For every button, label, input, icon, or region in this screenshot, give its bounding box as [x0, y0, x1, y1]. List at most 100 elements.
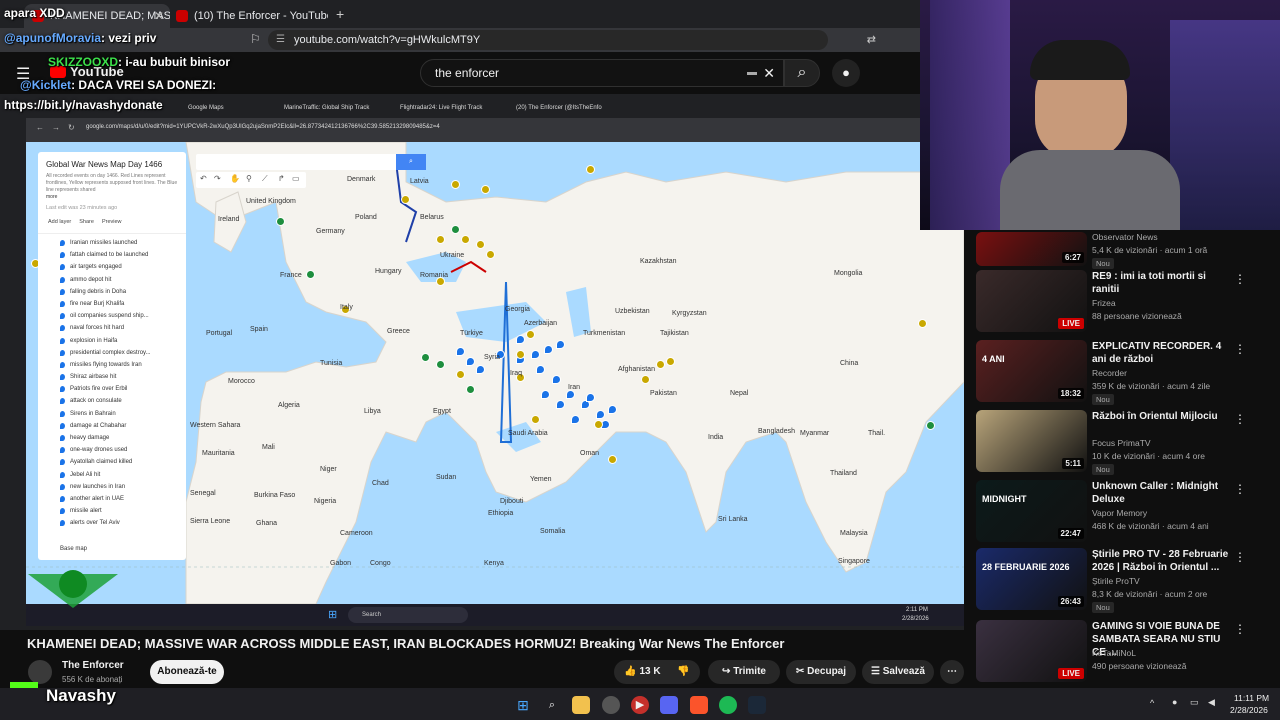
video-thumbnail[interactable]: 5:11	[976, 410, 1087, 472]
map-marker[interactable]	[608, 405, 617, 414]
more-options-icon[interactable]: ⋮	[1234, 342, 1246, 356]
map-marker[interactable]	[516, 335, 525, 344]
map-marker[interactable]	[451, 180, 460, 189]
obs-icon[interactable]	[602, 696, 620, 714]
channel-name[interactable]: Observator News	[1092, 232, 1158, 242]
recommendation-item[interactable]: 5:11 Război în Orientul Mijlociu Focus Pri…	[976, 410, 1276, 475]
layer-item[interactable]: Sirens in Bahrain	[38, 408, 186, 420]
map-marker[interactable]	[566, 390, 575, 399]
channel-name[interactable]: KeTaMiNoL	[1092, 648, 1136, 658]
map-marker[interactable]	[481, 185, 490, 194]
site-info-icon[interactable]: ☰	[276, 30, 285, 50]
clock-date[interactable]: 2/28/2026	[1230, 705, 1268, 715]
map-marker[interactable]	[586, 393, 595, 402]
add-layer-button[interactable]: Add layer	[48, 219, 71, 225]
map-marker[interactable]	[552, 375, 561, 384]
more-options-icon[interactable]: ⋮	[1234, 482, 1246, 496]
system-tray-chevron-icon[interactable]: ^	[1150, 698, 1154, 708]
ruler-icon[interactable]: ▭	[292, 174, 300, 183]
video-title[interactable]: RE9 : imi ia toti mortii si ranitii	[1092, 270, 1232, 296]
map-marker[interactable]	[436, 360, 445, 369]
share-button[interactable]: ↪ Trimite	[708, 660, 780, 684]
save-button[interactable]: ☰ Salvează	[862, 660, 934, 684]
map-marker[interactable]	[456, 347, 465, 356]
recommendation-item[interactable]: 28 FEBRUARIE 2026 26:43 Știrile PRO TV - 2…	[976, 548, 1276, 613]
layer-item[interactable]: Ayatollah claimed killed	[38, 456, 186, 468]
more-options-icon[interactable]: ⋮	[1234, 622, 1246, 636]
layer-item[interactable]: explosion in Haifa	[38, 335, 186, 347]
map-marker[interactable]	[596, 410, 605, 419]
directions-icon[interactable]: ↱	[278, 174, 285, 183]
map-marker[interactable]	[451, 225, 460, 234]
translate-icon[interactable]: ⇄	[867, 30, 876, 50]
map-search-button[interactable]: ⌕	[396, 154, 426, 170]
channel-avatar[interactable]	[28, 660, 52, 684]
layer-item[interactable]: heavy damage	[38, 432, 186, 444]
voice-search-button[interactable]: ●	[832, 59, 860, 87]
more-actions-button[interactable]: ⋯	[940, 660, 964, 684]
base-map-toggle[interactable]: Base map	[60, 546, 87, 552]
recommendation-item[interactable]: LIVE RE9 : imi ia toti mortii si ranitii F…	[976, 270, 1276, 334]
map-marker[interactable]	[436, 235, 445, 244]
map-marker[interactable]	[421, 353, 430, 362]
video-thumbnail[interactable]: 4 ANI 18:32	[976, 340, 1087, 402]
like-icon[interactable]: 👍	[624, 666, 636, 677]
map-marker[interactable]	[466, 385, 475, 394]
layer-item[interactable]: missiles flying towards Iran	[38, 359, 186, 371]
hand-icon[interactable]: ✋	[230, 174, 240, 183]
share-button[interactable]: Share	[79, 219, 94, 225]
layer-item[interactable]: damage at Chabahar	[38, 420, 186, 432]
video-thumbnail[interactable]: 28 FEBRUARIE 2026 26:43	[976, 548, 1087, 610]
layer-item[interactable]: Iranian missiles launched	[38, 237, 186, 249]
marker-tool-icon[interactable]: ⚲	[246, 174, 252, 183]
map-marker[interactable]	[544, 345, 553, 354]
map-marker[interactable]	[456, 370, 465, 379]
bookmark-icon[interactable]: ⚐	[250, 32, 261, 46]
layer-item[interactable]: ammo depot hit	[38, 274, 186, 286]
discord-icon[interactable]	[660, 696, 678, 714]
map-marker[interactable]	[556, 340, 565, 349]
map-marker[interactable]	[526, 330, 535, 339]
map-marker[interactable]	[556, 400, 565, 409]
map-marker[interactable]	[594, 420, 603, 429]
channel-name[interactable]: Vapor Memory	[1092, 508, 1147, 518]
channel-name[interactable]: Știrile ProTV	[1092, 576, 1140, 586]
layer-item[interactable]: Shiraz airbase hit	[38, 371, 186, 383]
line-tool-icon[interactable]: ⟋	[262, 174, 268, 184]
more-options-icon[interactable]: ⋮	[1234, 412, 1246, 426]
browser-tab[interactable]: (10) The Enforcer - YouTube	[168, 4, 328, 28]
map-marker[interactable]	[401, 195, 410, 204]
map-marker[interactable]	[531, 350, 540, 359]
map-marker[interactable]	[306, 270, 315, 279]
map-marker[interactable]	[536, 365, 545, 374]
map-marker[interactable]	[466, 357, 475, 366]
recommendation-item[interactable]: MIDNIGHT 22:47 Unknown Caller : Midnight D…	[976, 480, 1276, 544]
layer-item[interactable]: new launches in Iran	[38, 481, 186, 493]
map-marker[interactable]	[531, 415, 540, 424]
video-thumbnail[interactable]: MIDNIGHT 22:47	[976, 480, 1087, 542]
layer-item[interactable]: presidential complex destroy...	[38, 347, 186, 359]
spotify-icon[interactable]	[719, 696, 737, 714]
map-marker[interactable]	[608, 455, 617, 464]
layer-item[interactable]: missile alert	[38, 505, 186, 517]
clear-search-icon[interactable]: ✕	[763, 60, 775, 86]
map-marker[interactable]	[461, 235, 470, 244]
map-marker[interactable]	[486, 250, 495, 259]
subscribe-button[interactable]: Abonează-te	[150, 660, 224, 684]
undo-icon[interactable]: ↶	[200, 174, 207, 183]
like-count[interactable]: 13 K	[639, 666, 660, 677]
clock-time[interactable]: 11:11 PM	[1234, 693, 1269, 703]
map-marker[interactable]	[276, 217, 285, 226]
network-icon[interactable]: ▭	[1190, 697, 1199, 708]
map-search-input[interactable]	[196, 154, 426, 170]
steam-icon[interactable]	[748, 696, 766, 714]
layer-item[interactable]: alerts over Tel Aviv	[38, 517, 186, 529]
map-marker[interactable]	[541, 390, 550, 399]
mic-tray-icon[interactable]: ●	[1172, 697, 1177, 707]
map-marker[interactable]	[571, 415, 580, 424]
recommendation-item[interactable]: LIVE GAMING SI VOIE BUNA DE SAMBATA SEARA…	[976, 620, 1276, 684]
layer-item[interactable]: air targets engaged	[38, 261, 186, 273]
recommendation-item[interactable]: 6:27 Observator News 5,4 K de vizionări · …	[976, 230, 1276, 269]
video-title[interactable]: Știrile PRO TV - 28 Februarie 2026 | Răz…	[1092, 548, 1232, 574]
channel-name[interactable]: Focus PrimaTV	[1092, 438, 1151, 448]
